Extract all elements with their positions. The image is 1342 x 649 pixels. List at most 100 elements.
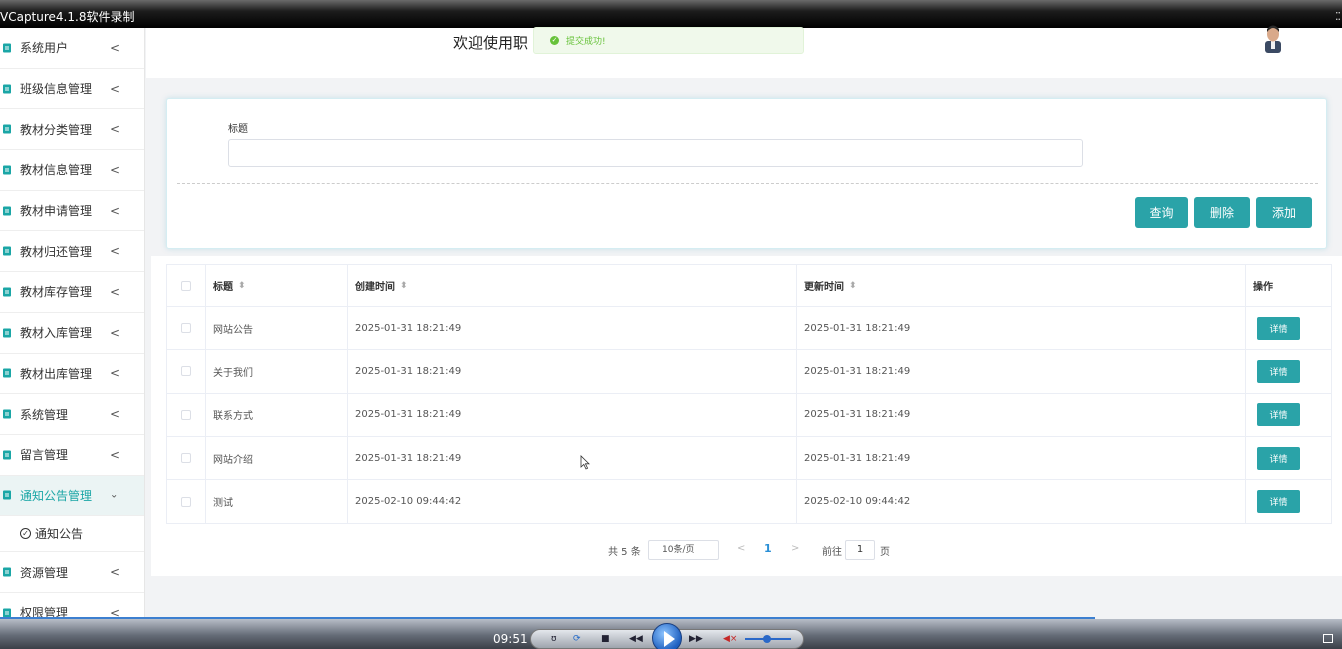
volume-knob[interactable] xyxy=(763,635,771,643)
sort-icon[interactable]: ⬍ xyxy=(238,281,246,291)
row-select[interactable] xyxy=(167,393,206,436)
row-checkbox[interactable] xyxy=(181,496,191,507)
welcome-title: 欢迎使用职 xyxy=(453,34,529,52)
detail-button[interactable]: 详情 xyxy=(1257,403,1300,427)
detail-button[interactable]: 详情 xyxy=(1257,490,1300,514)
select-all-checkbox[interactable] xyxy=(181,280,191,291)
fullscreen-icon[interactable] xyxy=(1323,634,1333,643)
query-button[interactable]: 查询 xyxy=(1135,197,1188,228)
cell-title: 联系方式 xyxy=(206,393,348,436)
document-icon xyxy=(3,165,11,175)
row-select[interactable] xyxy=(167,480,206,524)
sidebar-item-label: 留言管理 xyxy=(20,448,69,463)
cell-created: 2025-01-31 18:21:49 xyxy=(348,350,797,393)
chevron-down-icon: ⌄ xyxy=(110,489,119,501)
detail-button[interactable]: 详情 xyxy=(1257,359,1300,383)
goto-label: 前往 xyxy=(822,547,842,558)
chevron-left-icon: < xyxy=(110,284,121,299)
divider xyxy=(177,183,1318,184)
grip-icon[interactable]: ⁚⁚ xyxy=(1335,10,1341,23)
cell-updated: 2025-02-10 09:44:42 xyxy=(797,480,1246,524)
sidebar-item-message-management[interactable]: 留言管理 < xyxy=(0,435,144,476)
chevron-left-icon: < xyxy=(110,203,121,218)
document-icon xyxy=(3,43,11,53)
row-select[interactable] xyxy=(167,350,206,393)
page-suffix: 页 xyxy=(880,547,890,558)
table-panel: 标题 ⬍ 创建时间 ⬍ 更新时间 ⬍ 操作 网站公告 2025-01-31 18:21… xyxy=(151,256,1342,576)
cell-created: 2025-01-31 18:21:49 xyxy=(348,393,797,436)
detail-button[interactable]: 详情 xyxy=(1257,316,1300,340)
sidebar-item-notice-management[interactable]: 通知公告管理 ⌄ xyxy=(0,475,144,517)
sidebar-item-system-users[interactable]: 系统用户 < xyxy=(0,28,144,69)
row-checkbox[interactable] xyxy=(181,366,191,377)
sidebar-item-system-management[interactable]: 系统管理 < xyxy=(0,394,144,435)
sidebar-item-label: 教材分类管理 xyxy=(20,122,93,137)
table-row: 测试 2025-02-10 09:44:42 2025-02-10 09:44:… xyxy=(167,480,1331,524)
sort-icon[interactable]: ⬍ xyxy=(849,281,857,291)
chevron-left-icon: < xyxy=(110,366,121,381)
header-updated[interactable]: 更新时间 ⬍ xyxy=(797,265,1246,306)
toast-message: 提交成功! xyxy=(566,37,606,47)
row-checkbox[interactable] xyxy=(181,409,191,420)
recorder-title: VCapture4.1.8软件录制 xyxy=(0,10,135,24)
stop-icon[interactable]: ■ xyxy=(601,634,610,644)
video-player-bar: 09:51 ʊ ⟳ ■ ◀◀ ▶▶ ◀× xyxy=(0,617,1342,649)
table-row: 联系方式 2025-01-31 18:21:49 2025-01-31 18:2… xyxy=(167,393,1331,437)
sidebar-subitem-notice[interactable]: ✓ 通知公告 xyxy=(0,516,144,553)
table-header-row: 标题 ⬍ 创建时间 ⬍ 更新时间 ⬍ 操作 xyxy=(167,265,1331,307)
sidebar-item-textbook-stock[interactable]: 教材库存管理 < xyxy=(0,272,144,313)
recorder-title-bar: VCapture4.1.8软件录制 ⁚⁚ xyxy=(0,0,1342,28)
row-select[interactable] xyxy=(167,307,206,350)
row-select[interactable] xyxy=(167,436,206,480)
add-button[interactable]: 添加 xyxy=(1256,197,1312,228)
document-icon xyxy=(3,206,11,216)
sidebar-item-textbook-apply[interactable]: 教材申请管理 < xyxy=(0,191,144,232)
rewind-icon[interactable]: ◀◀ xyxy=(629,634,643,644)
header-title[interactable]: 标题 ⬍ xyxy=(206,265,348,306)
goto-page-input[interactable]: 1 xyxy=(845,540,875,560)
cell-updated: 2025-01-31 18:21:49 xyxy=(797,393,1246,436)
next-page-icon[interactable]: > xyxy=(791,543,799,554)
playback-progress[interactable] xyxy=(0,617,1095,619)
document-icon xyxy=(3,368,11,378)
row-checkbox[interactable] xyxy=(181,323,191,334)
sidebar-item-textbook-info[interactable]: 教材信息管理 < xyxy=(0,150,144,191)
cell-op: 详情 xyxy=(1246,394,1331,436)
detail-button[interactable]: 详情 xyxy=(1257,446,1300,470)
page-size-select[interactable]: 10条/页 xyxy=(648,540,719,560)
cell-op: 详情 xyxy=(1246,480,1331,523)
document-icon xyxy=(3,124,11,134)
sort-icon[interactable]: ⬍ xyxy=(400,281,408,291)
sidebar: 系统用户 < 班级信息管理 < 教材分类管理 < 教材信息管理 < 教材申请管理… xyxy=(0,28,145,649)
sidebar-item-label: 资源管理 xyxy=(20,565,69,580)
chevron-left-icon: < xyxy=(110,122,121,137)
sidebar-item-textbook-category[interactable]: 教材分类管理 < xyxy=(0,109,144,151)
sidebar-item-textbook-return[interactable]: 教材归还管理 < xyxy=(0,231,144,273)
sidebar-item-class-info[interactable]: 班级信息管理 < xyxy=(0,69,144,110)
play-icon[interactable] xyxy=(652,623,682,649)
header-title-label: 标题 xyxy=(213,282,233,293)
sidebar-item-textbook-inbound[interactable]: 教材入库管理 < xyxy=(0,313,144,354)
header-created-label: 创建时间 xyxy=(355,282,395,293)
mute-icon[interactable]: ◀× xyxy=(723,634,737,644)
mouse-cursor-icon xyxy=(580,455,590,470)
cell-title: 测试 xyxy=(206,480,348,524)
header-select-all[interactable] xyxy=(167,265,206,306)
chevron-left-icon: < xyxy=(110,407,121,422)
cell-op: 详情 xyxy=(1246,437,1331,479)
cell-op: 详情 xyxy=(1246,350,1331,392)
delete-button[interactable]: 删除 xyxy=(1194,197,1250,228)
fast-forward-icon[interactable]: ▶▶ xyxy=(689,634,703,644)
page-number-current[interactable]: 1 xyxy=(764,542,772,555)
header-created[interactable]: 创建时间 ⬍ xyxy=(348,265,797,306)
row-checkbox[interactable] xyxy=(181,453,191,464)
avatar[interactable] xyxy=(1262,23,1284,53)
title-search-input[interactable] xyxy=(228,139,1083,167)
repeat-icon[interactable]: ⟳ xyxy=(573,634,581,644)
prev-page-icon[interactable]: < xyxy=(737,543,745,554)
chevron-left-icon: < xyxy=(110,40,121,55)
sidebar-item-resource-management[interactable]: 资源管理 < xyxy=(0,552,144,593)
playback-time: 09:51 xyxy=(493,632,528,646)
shuffle-icon[interactable]: ʊ xyxy=(551,634,557,644)
sidebar-item-textbook-outbound[interactable]: 教材出库管理 < xyxy=(0,354,144,395)
